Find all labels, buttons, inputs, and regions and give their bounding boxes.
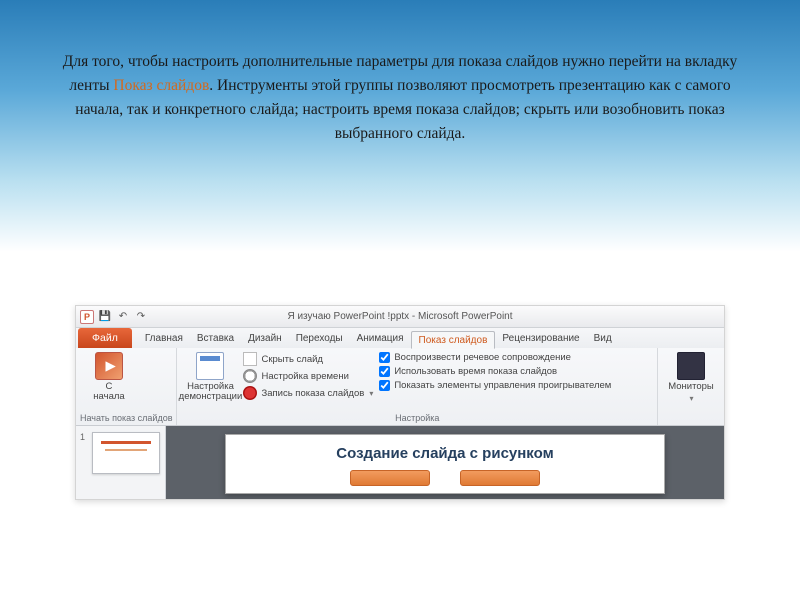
slide-number: 1 xyxy=(80,432,88,442)
title-bar: P 💾 ↶ ↷ Я изучаю PowerPoint !pptx - Micr… xyxy=(76,306,724,328)
workspace: 1 Создание слайда с рисунком xyxy=(76,426,724,499)
slide: Для того, чтобы настроить дополнительные… xyxy=(0,0,800,600)
redo-icon[interactable]: ↷ xyxy=(134,310,148,324)
tab-insert[interactable]: Вставка xyxy=(190,330,241,348)
tab-review[interactable]: Рецензирование xyxy=(495,330,586,348)
slide-thumbnail-preview xyxy=(92,432,160,474)
slide-thumbnail[interactable]: 1 xyxy=(80,432,161,474)
tab-slideshow[interactable]: Показ слайдов xyxy=(411,331,496,349)
desc-part1b: . xyxy=(209,77,213,94)
powerpoint-logo-icon: P xyxy=(80,310,94,324)
chevron-down-icon: ▾ xyxy=(369,389,373,398)
quick-access-toolbar: P 💾 ↶ ↷ xyxy=(76,310,148,324)
ribbon-tabs: Файл Главная Вставка Дизайн Переходы Ани… xyxy=(76,328,724,348)
shape-box xyxy=(350,470,430,486)
save-icon[interactable]: 💾 xyxy=(98,310,112,324)
tab-design[interactable]: Дизайн xyxy=(241,330,289,348)
tab-transitions[interactable]: Переходы xyxy=(289,330,350,348)
tab-animation[interactable]: Анимация xyxy=(350,330,411,348)
controls-checkbox[interactable]: Показать элементы управления проигрывате… xyxy=(379,380,611,391)
undo-icon[interactable]: ↶ xyxy=(116,310,130,324)
record-icon xyxy=(243,386,257,400)
record-slideshow-button[interactable]: Запись показа слайдов▾ xyxy=(243,386,373,400)
timings-checkbox[interactable]: Использовать время показа слайдов xyxy=(379,366,611,377)
slide-shapes xyxy=(226,470,664,486)
slide-page[interactable]: Создание слайда с рисунком xyxy=(225,434,665,494)
file-tab[interactable]: Файл xyxy=(78,328,132,348)
setup-checkboxes: Воспроизвести речевое сопровождение Испо… xyxy=(379,352,611,391)
narration-checkbox[interactable]: Воспроизвести речевое сопровождение xyxy=(379,352,611,363)
group-label-monitors xyxy=(658,413,724,425)
setup-slideshow-button[interactable]: Настройка демонстрации xyxy=(183,352,237,403)
setup-small-buttons: Скрыть слайд Настройка времени Запись по… xyxy=(243,352,373,400)
slide-canvas: Создание слайда с рисунком xyxy=(166,426,724,499)
group-start-slideshow: С начала Начать показ слайдов xyxy=(76,348,177,425)
setup-slideshow-icon xyxy=(196,352,224,380)
ribbon: С начала Начать показ слайдов Настройка … xyxy=(76,348,724,426)
rehearse-timings-button[interactable]: Настройка времени xyxy=(243,369,373,383)
from-beginning-icon xyxy=(95,352,123,380)
hide-slide-icon xyxy=(243,352,257,366)
monitors-button[interactable]: Мониторы ▾ xyxy=(664,352,718,403)
hide-slide-button[interactable]: Скрыть слайд xyxy=(243,352,373,366)
group-label-start: Начать показ слайдов xyxy=(76,413,176,425)
group-label-setup: Настройка xyxy=(177,413,657,425)
monitor-icon xyxy=(677,352,705,380)
chevron-down-icon: ▾ xyxy=(689,394,693,403)
slide-title: Создание слайда с рисунком xyxy=(226,445,664,462)
group-setup: Настройка демонстрации Скрыть слайд Наст… xyxy=(177,348,658,425)
from-beginning-button[interactable]: С начала xyxy=(82,352,136,403)
powerpoint-screenshot: P 💾 ↶ ↷ Я изучаю PowerPoint !pptx - Micr… xyxy=(75,305,725,500)
description-text: Для того, чтобы настроить дополнительные… xyxy=(60,50,740,146)
slide-thumbnail-panel: 1 xyxy=(76,426,166,499)
clock-icon xyxy=(243,369,257,383)
group-monitors: Мониторы ▾ xyxy=(658,348,724,425)
shape-box xyxy=(460,470,540,486)
tab-home[interactable]: Главная xyxy=(138,330,190,348)
tab-view[interactable]: Вид xyxy=(587,330,619,348)
window-title: Я изучаю PowerPoint !pptx - Microsoft Po… xyxy=(76,311,724,322)
desc-highlight: Показ слайдов xyxy=(113,77,209,94)
